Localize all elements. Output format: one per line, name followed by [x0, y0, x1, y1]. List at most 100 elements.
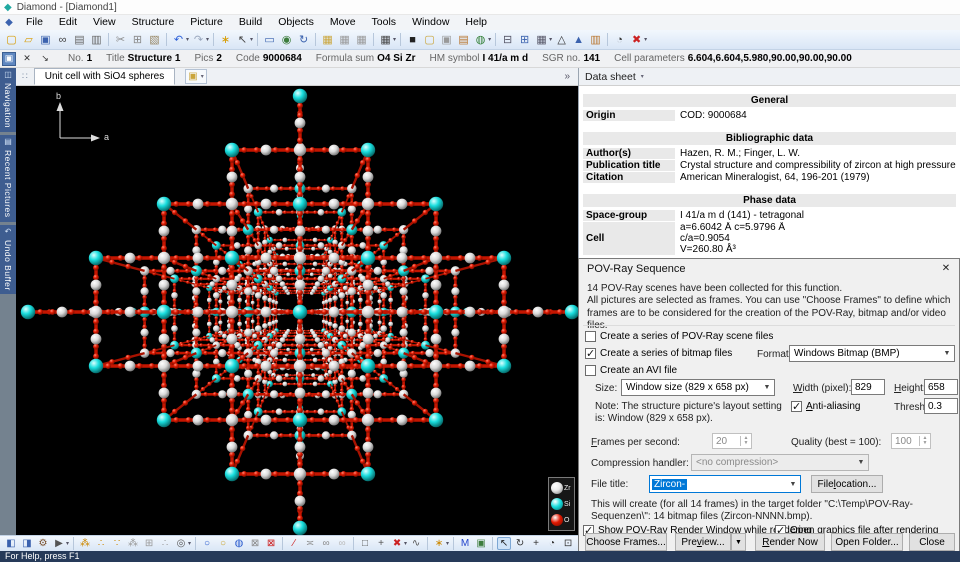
- chevron-down-icon[interactable]: ▾: [446, 540, 449, 547]
- measure-icon[interactable]: M: [458, 537, 472, 550]
- compass-icon[interactable]: ◔: [612, 32, 627, 47]
- destroy-icon[interactable]: ✖: [390, 537, 404, 550]
- h-bond-icon[interactable]: ≍: [303, 537, 317, 550]
- menu-item-objects[interactable]: Objects: [270, 15, 322, 30]
- table-angles-icon[interactable]: ▦: [354, 32, 369, 47]
- chevron-down-icon[interactable]: ▾: [393, 36, 396, 43]
- file-title-combobox[interactable]: Zircon- ▼: [649, 475, 801, 493]
- save-icon[interactable]: ▣: [38, 32, 53, 47]
- picture-restore-icon[interactable]: ↻: [296, 32, 311, 47]
- sidebar-tab-recent-pictures[interactable]: ▤Recent Pictures: [0, 135, 16, 222]
- table-view-icon[interactable]: ▦: [534, 32, 549, 47]
- connect-atoms-icon[interactable]: ∵: [110, 537, 124, 550]
- overflow-chevron-icon[interactable]: »: [564, 71, 570, 82]
- new-document-icon[interactable]: ▢: [4, 32, 19, 47]
- chevron-down-icon[interactable]: ▾: [404, 540, 407, 547]
- gallery-icon[interactable]: ▤: [456, 32, 471, 47]
- format-select[interactable]: Windows Bitmap (BMP) ▼: [789, 345, 955, 362]
- chevron-down-icon[interactable]: ▾: [644, 36, 647, 43]
- bond-icon[interactable]: ∕: [287, 537, 301, 550]
- avi-file-checkbox[interactable]: [585, 365, 596, 376]
- anti-aliasing-checkbox[interactable]: [791, 401, 802, 412]
- menu-item-window[interactable]: Window: [404, 15, 457, 30]
- chevron-down-icon[interactable]: ▾: [250, 36, 253, 43]
- cell-axes-icon[interactable]: +: [374, 537, 388, 550]
- histogram-icon[interactable]: ▲: [571, 32, 586, 47]
- menu-item-structure[interactable]: Structure: [124, 15, 183, 30]
- chevron-down-icon[interactable]: ▾: [488, 36, 491, 43]
- diagram-icon[interactable]: △: [554, 32, 569, 47]
- width-input[interactable]: 829: [851, 379, 885, 395]
- zoom-icon[interactable]: ⊡: [561, 537, 575, 550]
- propeller-icon[interactable]: ∗: [432, 537, 446, 550]
- size-select[interactable]: Window size (829 x 658 px) ▼: [621, 379, 775, 396]
- window-split-v-icon[interactable]: ⊞: [517, 32, 532, 47]
- copy-icon[interactable]: ⊞: [130, 32, 145, 47]
- net-red-icon[interactable]: ⊠: [264, 537, 278, 550]
- spin-icon[interactable]: ◔: [545, 537, 559, 550]
- fragment-icon[interactable]: ∴: [158, 537, 172, 550]
- undo-icon[interactable]: ↶: [171, 32, 186, 47]
- render-monitor-icon[interactable]: ■: [405, 32, 420, 47]
- menu-item-view[interactable]: View: [85, 15, 124, 30]
- picture-new-icon[interactable]: ▭: [262, 32, 277, 47]
- datasheet-picture-icon[interactable]: ◧: [4, 537, 18, 550]
- spinner-arrows-icon[interactable]: ▲▼: [740, 436, 751, 446]
- autohide-pane-icon[interactable]: ↘: [38, 52, 52, 66]
- contact-alt-icon[interactable]: ∞: [335, 537, 349, 550]
- spinner-arrows-icon[interactable]: ▲▼: [919, 436, 930, 446]
- contact-icon[interactable]: ∞: [319, 537, 333, 550]
- find-icon[interactable]: ∞: [55, 32, 70, 47]
- bitmap-files-checkbox-row[interactable]: Create a series of bitmap files: [585, 348, 732, 359]
- choose-frames-button[interactable]: Choose Frames...: [585, 533, 667, 551]
- pan-hand-icon[interactable]: ∗: [218, 32, 233, 47]
- packing-icon[interactable]: ⊞: [142, 537, 156, 550]
- tab-handle-icon[interactable]: ∷: [22, 71, 28, 82]
- chevron-down-icon[interactable]: ▾: [186, 36, 189, 43]
- chevron-down-icon[interactable]: ▾: [66, 540, 69, 547]
- tools-icon[interactable]: ⚙: [36, 537, 50, 550]
- menu-item-tools[interactable]: Tools: [364, 15, 405, 30]
- molecule-icon[interactable]: ⁂: [126, 537, 140, 550]
- table-distances-icon[interactable]: ▦: [337, 32, 352, 47]
- print-icon[interactable]: ▥: [89, 32, 104, 47]
- rotate-icon[interactable]: ↻: [513, 537, 527, 550]
- anti-aliasing-checkbox-row[interactable]: Anti-aliasing: [791, 401, 860, 412]
- sidebar-tab-undo-buffer[interactable]: ↶Undo Buffer: [0, 225, 16, 295]
- grid-layout-icon[interactable]: ▦: [378, 32, 393, 47]
- net-icon[interactable]: ⊠: [248, 537, 262, 550]
- povray-tools-icon[interactable]: ✖: [629, 32, 644, 47]
- quality-spinner[interactable]: 100 ▲▼: [891, 433, 931, 449]
- close-pane-icon[interactable]: ✕: [20, 52, 34, 66]
- curve-icon[interactable]: ∿: [409, 537, 423, 550]
- menu-item-build[interactable]: Build: [231, 15, 270, 30]
- open-folder-button[interactable]: Open Folder...: [831, 533, 903, 551]
- redo-icon[interactable]: ↷: [191, 32, 206, 47]
- menu-item-file[interactable]: File: [18, 15, 51, 30]
- fps-spinner[interactable]: 20 ▲▼: [712, 433, 752, 449]
- window-split-h-icon[interactable]: ⊟: [500, 32, 515, 47]
- menu-item-edit[interactable]: Edit: [51, 15, 85, 30]
- menu-item-picture[interactable]: Picture: [182, 15, 231, 30]
- bitmap-files-checkbox[interactable]: [585, 348, 596, 359]
- scene-files-checkbox[interactable]: [585, 331, 596, 342]
- chevron-down-icon[interactable]: ▾: [188, 540, 191, 547]
- menu-item-help[interactable]: Help: [457, 15, 495, 30]
- select-pointer-icon[interactable]: ↖: [497, 537, 511, 550]
- table-properties-icon[interactable]: ▦: [320, 32, 335, 47]
- picture-camera-icon[interactable]: ◉: [279, 32, 294, 47]
- add-atoms-icon[interactable]: ⁂: [78, 537, 92, 550]
- add-cluster-icon[interactable]: ∴: [94, 537, 108, 550]
- coordination-blue-icon[interactable]: ○: [200, 537, 214, 550]
- coordination-yellow-icon[interactable]: ○: [216, 537, 230, 550]
- picture-tab[interactable]: Unit cell with SiO4 spheres: [34, 68, 176, 85]
- polyhedra-icon[interactable]: ◍: [232, 537, 246, 550]
- chevron-down-icon[interactable]: ▾: [549, 36, 552, 43]
- unit-cell-icon[interactable]: □: [358, 537, 372, 550]
- preview-button[interactable]: Preview...: [675, 533, 731, 551]
- page-new-icon[interactable]: ▢: [422, 32, 437, 47]
- avi-file-checkbox-row[interactable]: Create an AVI file: [585, 365, 677, 376]
- preview-dropdown-button[interactable]: ▼: [731, 533, 746, 551]
- picture-export-icon[interactable]: ◨: [20, 537, 34, 550]
- scene-files-checkbox-row[interactable]: Create a series of POV-Ray scene files: [585, 331, 773, 342]
